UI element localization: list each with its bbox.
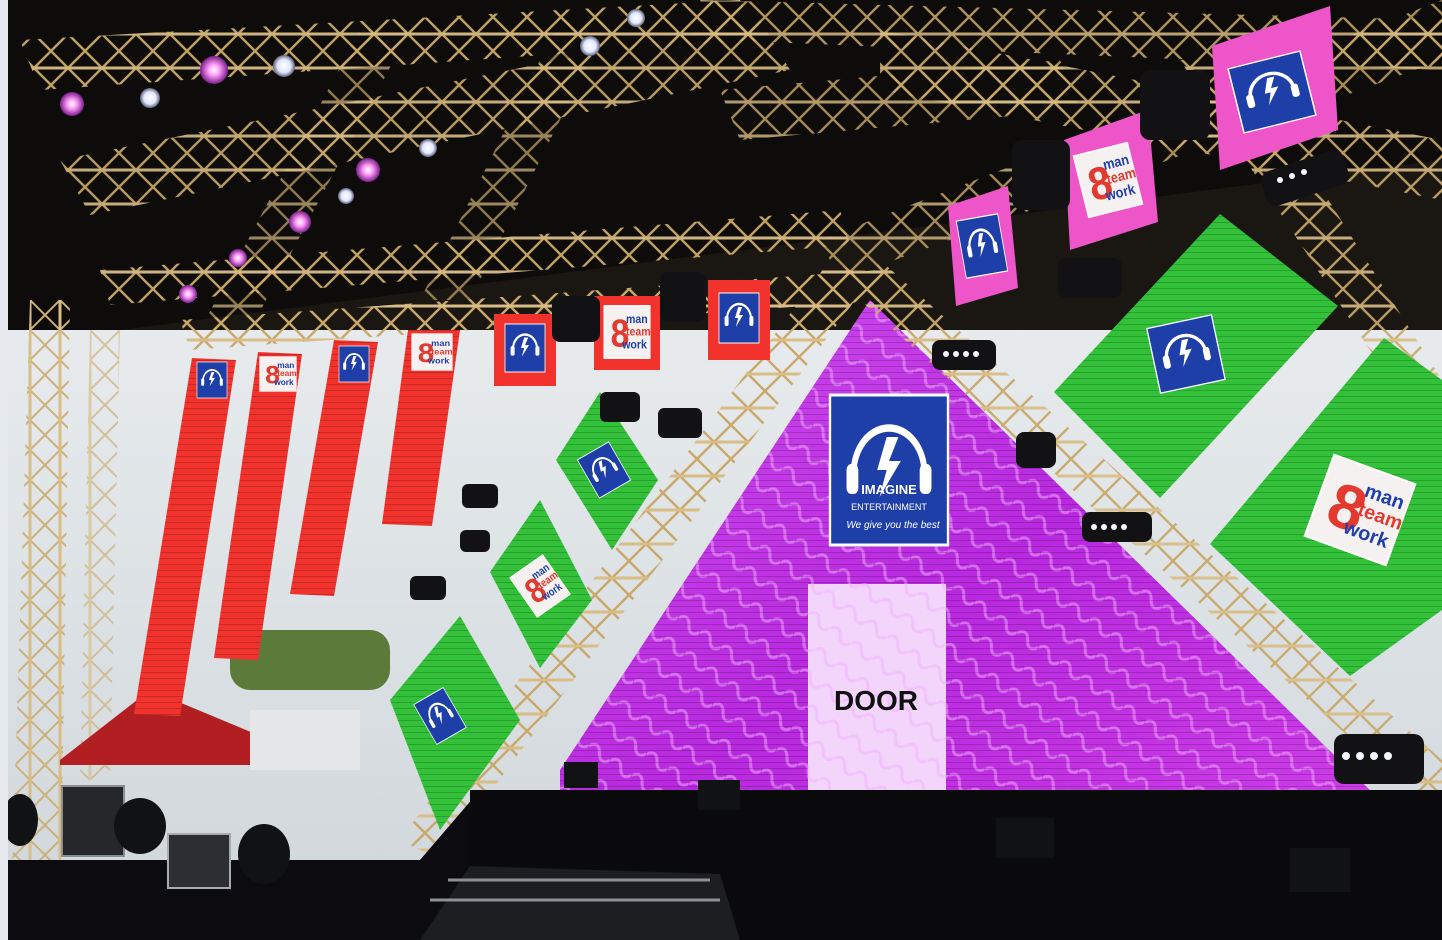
stage-steps: [420, 866, 740, 940]
pyramid-logo-name: IMAGINE: [861, 482, 917, 497]
concert-stage-photo: 8 man team work DOOR IMAGINE ENTER: [0, 0, 1442, 940]
pyramid-logo-tagline: We give you the best: [846, 520, 940, 531]
banner-logo-4: [411, 333, 454, 371]
white-tent: [250, 710, 360, 770]
banner-logo-2: [259, 356, 298, 392]
image-border-left: [0, 0, 8, 940]
pyramid-logo-subtitle: ENTERTAINMENT: [851, 502, 927, 512]
banner-logo-3: [338, 345, 370, 383]
banner-logo-1: [196, 361, 228, 399]
door-label: DOOR: [834, 685, 918, 716]
top-panel-man-logo: [603, 305, 652, 359]
